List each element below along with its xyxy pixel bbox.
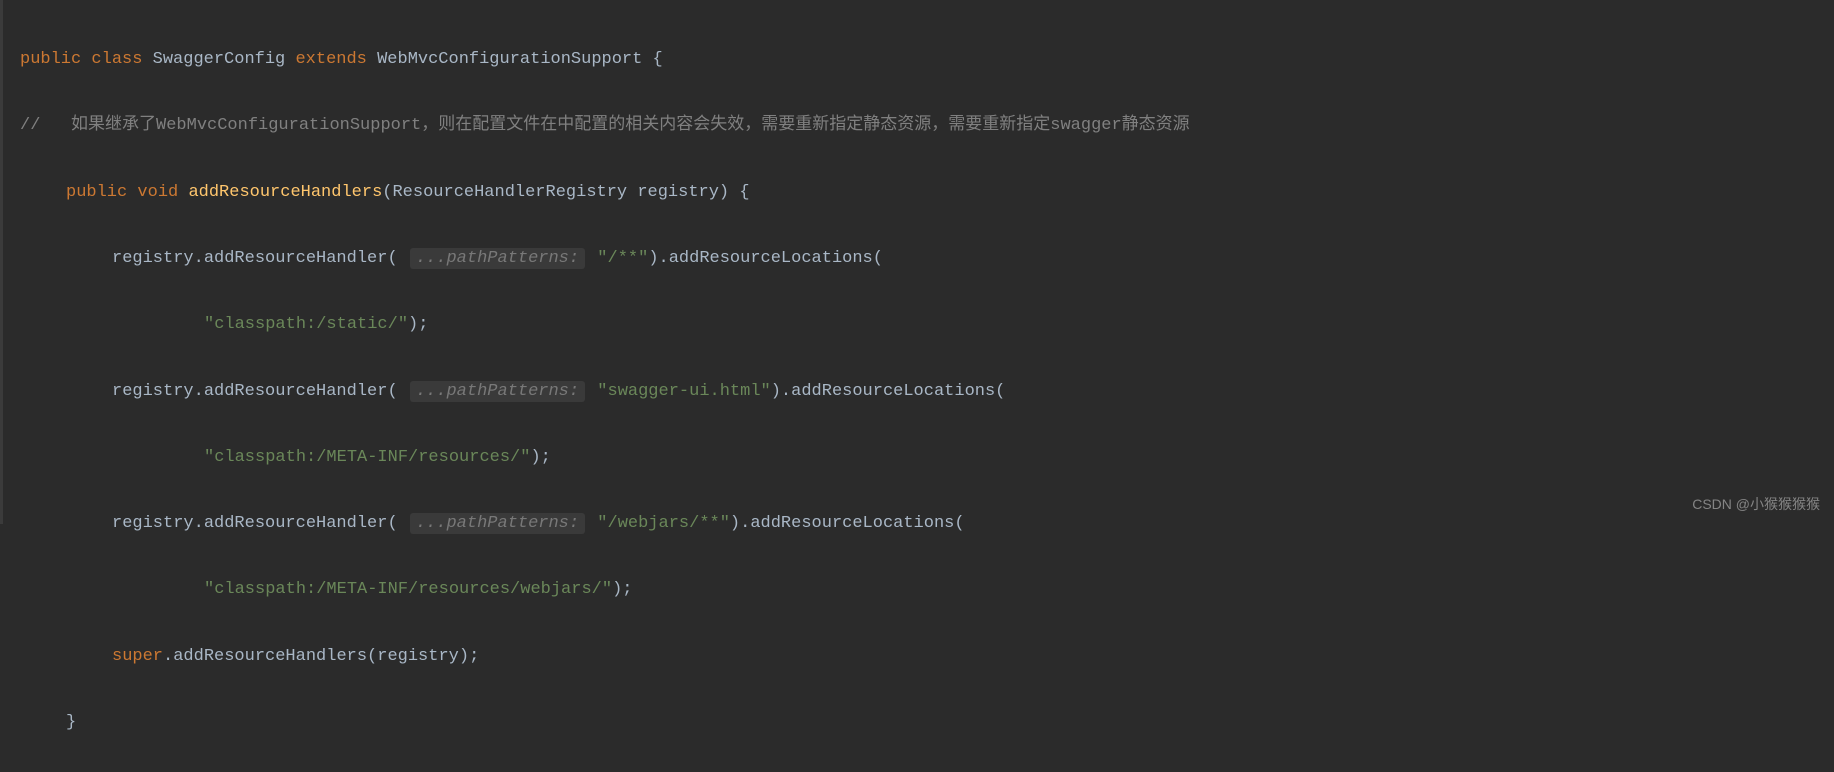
code-line[interactable]: "classpath:/META-INF/resources/"); bbox=[20, 441, 1834, 474]
code-line[interactable]: // 如果继承了WebMvcConfigurationSupport，则在配置文… bbox=[20, 109, 1834, 142]
code-editor[interactable]: public class SwaggerConfig extends WebMv… bbox=[0, 10, 1834, 772]
code-text: ); bbox=[612, 580, 632, 599]
code-text: ).addResourceLocations( bbox=[771, 382, 1006, 401]
code-text: .addResourceHandlers(registry); bbox=[163, 647, 479, 666]
super-class: WebMvcConfigurationSupport bbox=[377, 50, 642, 69]
keyword-class: class bbox=[91, 50, 142, 69]
string-literal: "classpath:/static/" bbox=[204, 315, 408, 334]
keyword-public: public bbox=[20, 50, 81, 69]
param-hint: ...pathPatterns: bbox=[410, 381, 585, 402]
keyword-public: public bbox=[66, 183, 127, 202]
string-literal: "/**" bbox=[597, 249, 648, 268]
watermark: CSDN @小猴猴猴猴 bbox=[1692, 491, 1820, 518]
gutter-line bbox=[0, 0, 3, 524]
comment-prefix: // bbox=[20, 116, 40, 135]
code-text: ); bbox=[530, 448, 550, 467]
code-line[interactable]: "classpath:/META-INF/resources/webjars/"… bbox=[20, 573, 1834, 606]
code-text: registry.addResourceHandler( bbox=[112, 249, 398, 268]
string-literal: "classpath:/META-INF/resources/webjars/" bbox=[204, 580, 612, 599]
keyword-super: super bbox=[112, 647, 163, 666]
method-name: addResourceHandlers bbox=[188, 183, 382, 202]
code-line[interactable]: } bbox=[20, 706, 1834, 739]
code-line[interactable]: super.addResourceHandlers(registry); bbox=[20, 640, 1834, 673]
keyword-void: void bbox=[137, 183, 178, 202]
method-params: (ResourceHandlerRegistry registry) { bbox=[382, 183, 749, 202]
brace: { bbox=[653, 50, 663, 69]
code-line[interactable]: "classpath:/static/"); bbox=[20, 308, 1834, 341]
comment-text: 如果继承了WebMvcConfigurationSupport，则在配置文件在中… bbox=[71, 116, 1190, 135]
brace: } bbox=[66, 713, 76, 732]
code-line[interactable]: registry.addResourceHandler( ...pathPatt… bbox=[20, 242, 1834, 275]
keyword-extends: extends bbox=[295, 50, 366, 69]
code-line[interactable]: registry.addResourceHandler( ...pathPatt… bbox=[20, 375, 1834, 408]
code-text: registry.addResourceHandler( bbox=[112, 382, 398, 401]
string-literal: "swagger-ui.html" bbox=[597, 382, 770, 401]
class-name: SwaggerConfig bbox=[153, 50, 286, 69]
code-text: ); bbox=[408, 315, 428, 334]
code-text: ).addResourceLocations( bbox=[648, 249, 883, 268]
param-hint: ...pathPatterns: bbox=[410, 248, 585, 269]
string-literal: "classpath:/META-INF/resources/" bbox=[204, 448, 530, 467]
code-line[interactable]: public class SwaggerConfig extends WebMv… bbox=[20, 43, 1834, 76]
code-line[interactable]: public void addResourceHandlers(Resource… bbox=[20, 176, 1834, 209]
